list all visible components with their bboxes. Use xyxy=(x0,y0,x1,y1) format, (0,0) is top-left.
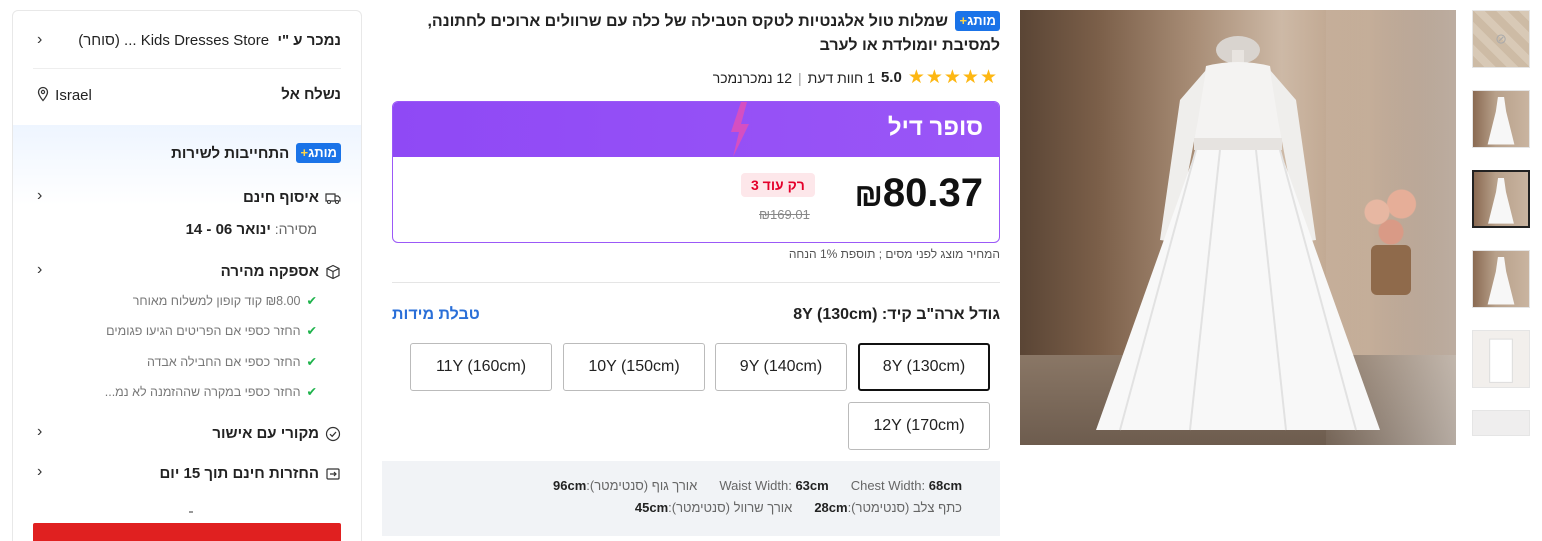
check-icon: ✔ xyxy=(306,355,317,369)
check-icon: ✔ xyxy=(306,324,317,338)
chevron-left-icon[interactable]: ‹ xyxy=(37,423,42,441)
scroll-hint xyxy=(189,511,193,513)
country-selector[interactable]: Israel xyxy=(35,86,92,104)
current-price: ₪80.37 xyxy=(854,171,983,215)
tax-note: המחיר מוצג לפני מסים ; תוספת 1% הנחה xyxy=(788,247,1000,261)
thumbnail-3-selected[interactable] xyxy=(1472,170,1530,228)
size-option-10y[interactable]: 10Y (150cm) xyxy=(563,343,705,391)
thumbnail-5[interactable] xyxy=(1472,330,1530,388)
price-area: ₪80.37 רק עוד 3 ₪169.01 xyxy=(393,157,999,242)
chevron-left-icon[interactable]: ‹ xyxy=(37,187,42,205)
store-link[interactable]: נמכר ע "י Kids Dresses Store ... (סוחר) xyxy=(78,32,341,49)
location-pin-icon xyxy=(37,86,49,102)
section-divider xyxy=(392,282,1000,283)
choice-badge: מותג+ xyxy=(955,11,1000,31)
return-box-icon xyxy=(326,467,340,480)
box-icon xyxy=(326,264,340,279)
dress-icon xyxy=(1487,97,1515,145)
no-image-icon: ⊘ xyxy=(1495,30,1507,47)
measure-row-1: Chest Width: 68cm Waist Width: 63cm אורך… xyxy=(553,478,962,493)
dress-icon xyxy=(1487,257,1515,305)
size-option-8y[interactable]: 8Y (130cm) xyxy=(858,343,990,391)
product-title-text: שמלות טול אלגנטיות לטקס הטבילה של כלה עם… xyxy=(427,13,1000,54)
super-deal-header: סופר דיל xyxy=(393,102,999,157)
guarantee-item: ✔החזר כספי אם הפריטים הגיעו פגומים xyxy=(106,324,317,338)
super-deal-label: סופר דיל xyxy=(887,114,983,141)
size-option-11y[interactable]: 11Y (160cm) xyxy=(410,343,552,391)
authentic-row[interactable]: מקורי עם אישור xyxy=(212,425,341,442)
stock-left-badge: רק עוד 3 xyxy=(741,173,815,197)
delivery-date: מסירה: ינואר 06 - 14 xyxy=(185,221,317,238)
thumbnail-4[interactable] xyxy=(1472,250,1530,308)
dress-icon xyxy=(1488,178,1514,224)
truck-icon xyxy=(325,192,341,204)
ship-to-label: נשלח אל xyxy=(281,86,341,103)
lightning-icon xyxy=(731,102,749,157)
size-option-12y[interactable]: 12Y (170cm) xyxy=(848,402,990,450)
shipping-panel: נמכר ע "י Kids Dresses Store ... (סוחר) … xyxy=(12,10,362,541)
super-deal-box: סופר דיל ₪80.37 רק עוד 3 ₪169.01 xyxy=(392,101,1000,243)
choice-badge: מותג+ xyxy=(296,143,341,163)
buy-button[interactable] xyxy=(33,523,341,541)
divider: | xyxy=(798,69,802,86)
sleeve-length: אורך שרוול (סנטימטר):45cm xyxy=(634,500,793,515)
free-pickup-row[interactable]: איסוף חינם xyxy=(243,189,341,206)
size-option-9y[interactable]: 9Y (140cm) xyxy=(715,343,847,391)
size-label: גודל ארה"ב קיד: 8Y (130cm) xyxy=(793,306,1000,323)
divider xyxy=(33,68,341,69)
check-icon: ✔ xyxy=(306,385,317,399)
measure-row-2: כתף צלב (סנטימטר):28cm אורך שרוול (סנטימ… xyxy=(635,500,962,515)
rating-stars-icon: ★★★★★ xyxy=(907,67,998,88)
guarantee-item: ✔החזר כספי במקרה שההזמנה לא נמ... xyxy=(104,385,317,399)
guarantee-item: ✔₪8.00 קוד קופון למשלוח מאוחר xyxy=(132,294,317,308)
thumbnail-6[interactable] xyxy=(1472,410,1530,436)
main-product-image[interactable] xyxy=(1020,10,1456,445)
size-chart-link[interactable]: טבלת מידות xyxy=(392,306,480,324)
chevron-left-icon[interactable]: ‹ xyxy=(37,261,42,279)
guarantee-item: ✔החזר כספי אם החבילה אבדה xyxy=(146,355,317,369)
thumbnail-1[interactable]: ⊘ xyxy=(1472,10,1530,68)
shoulder-width: כתף צלב (סנטימטר):28cm xyxy=(814,500,962,515)
verified-check-icon xyxy=(325,426,341,441)
dress-illustration xyxy=(1096,36,1380,431)
chevron-left-icon[interactable]: ‹ xyxy=(37,463,42,481)
original-price: ₪169.01 xyxy=(759,207,810,222)
chevron-left-icon[interactable]: ‹ xyxy=(37,31,42,49)
sold-count: 12 נמכרנמכר xyxy=(712,69,792,86)
service-commitment: מותג+ התחייבות לשירות xyxy=(171,143,341,163)
body-length: אורך גוף (סנטימטר):96cm xyxy=(553,478,698,493)
free-returns-row[interactable]: החזרות חינם תוך 15 יום xyxy=(159,465,341,482)
thumbnail-2[interactable] xyxy=(1472,90,1530,148)
rating-row: ★★★★★ 5.0 1 חוות דעת | 12 נמכרנמכר xyxy=(392,66,998,89)
fast-delivery-row[interactable]: אספקה מהירה xyxy=(221,263,341,280)
size-measurements: Chest Width: 68cm Waist Width: 63cm אורך… xyxy=(382,461,1000,536)
chest-width: Chest Width: 68cm xyxy=(850,478,962,493)
review-count[interactable]: 1 חוות דעת xyxy=(808,70,875,86)
product-title: מותג+ שמלות טול אלגנטיות לטקס הטבילה של … xyxy=(392,10,1000,58)
waist-width: Waist Width: 63cm xyxy=(719,478,829,493)
lace-icon xyxy=(1489,339,1513,384)
check-icon: ✔ xyxy=(306,294,317,308)
thumbnail-list: ⊘ xyxy=(1472,10,1532,458)
rating-score: 5.0 xyxy=(880,69,902,86)
